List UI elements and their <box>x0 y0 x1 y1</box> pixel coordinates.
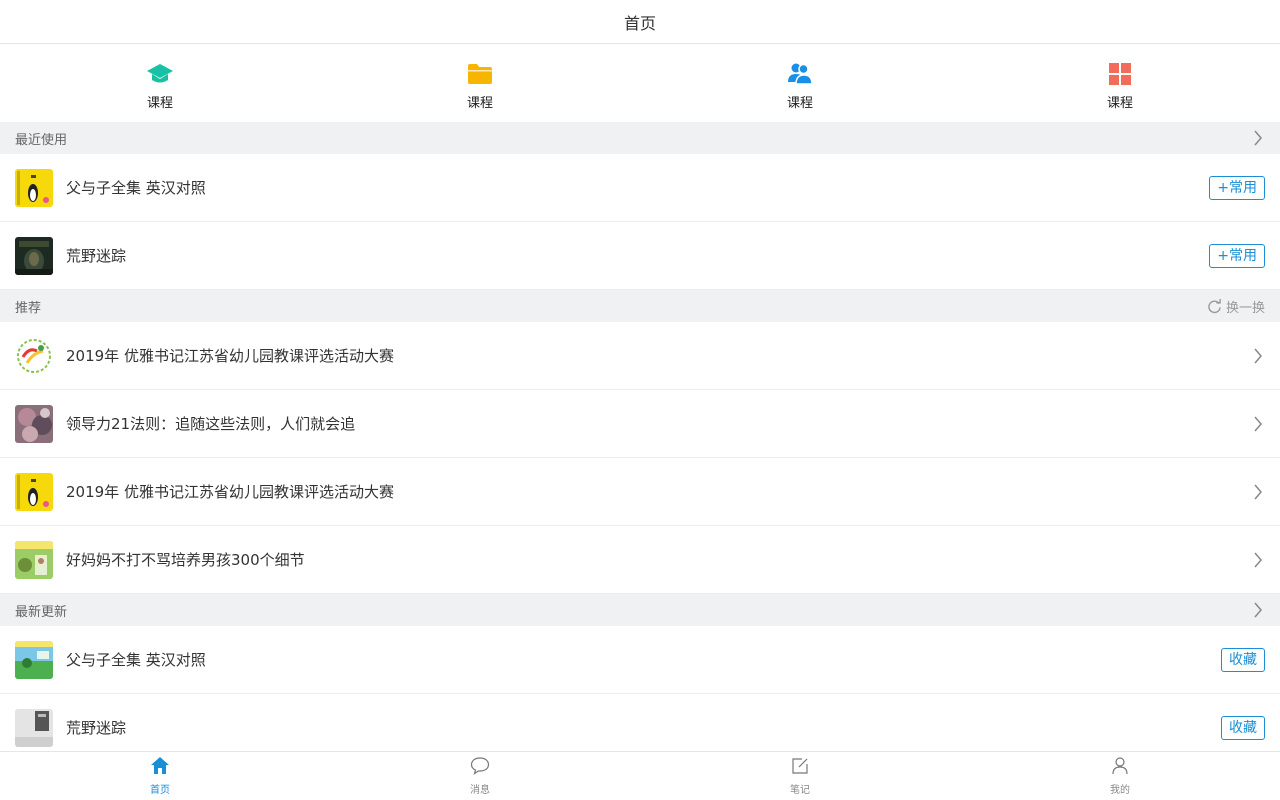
tab-profile[interactable]: 我的 <box>960 752 1280 800</box>
profile-icon <box>1110 756 1130 779</box>
quick-nav-item-course-4[interactable]: 课程 <box>960 44 1280 122</box>
list-item-title: 父与子全集 英汉对照 <box>66 179 206 197</box>
tab-messages[interactable]: 消息 <box>320 752 640 800</box>
quick-nav-label: 课程 <box>466 95 493 111</box>
folder-icon <box>466 60 494 88</box>
add-favorite-button[interactable]: +常用 <box>1209 243 1265 268</box>
page-title: 首页 <box>623 13 656 33</box>
tab-label: 笔记 <box>790 785 810 796</box>
section-recommend-header: 推荐 换一换 <box>0 290 1280 322</box>
section-recent-header[interactable]: 最近使用 <box>0 122 1280 154</box>
list-item-title: 好妈妈不打不骂培养男孩300个细节 <box>66 551 305 569</box>
tab-home[interactable]: 首页 <box>0 752 320 800</box>
chevron-right-icon <box>1251 348 1265 363</box>
section-title: 最近使用 <box>15 132 68 148</box>
quick-nav-item-course-3[interactable]: 课程 <box>640 44 960 122</box>
graduation-cap-icon <box>146 60 174 88</box>
book-cover-thumbnail <box>15 404 53 443</box>
list-item-title: 2019年 优雅书记江苏省幼儿园教课评选活动大赛 <box>66 483 394 501</box>
top-bar: 首页 <box>0 0 1280 44</box>
book-cover-thumbnail <box>15 472 53 511</box>
tab-label: 我的 <box>1110 785 1130 796</box>
collect-button[interactable]: 收藏 <box>1221 647 1265 672</box>
collect-button[interactable]: 收藏 <box>1221 715 1265 740</box>
list-item-title: 2019年 优雅书记江苏省幼儿园教课评选活动大赛 <box>66 347 394 365</box>
list-item[interactable]: 父与子全集 英汉对照 +常用 <box>0 154 1280 222</box>
list-item[interactable]: 2019年 优雅书记江苏省幼儿园教课评选活动大赛 <box>0 322 1280 390</box>
course-logo-thumbnail <box>15 336 53 375</box>
message-icon <box>470 756 490 779</box>
list-item-title: 荒野迷踪 <box>66 719 127 737</box>
list-item[interactable]: 2019年 优雅书记江苏省幼儿园教课评选活动大赛 <box>0 458 1280 526</box>
quick-nav: 课程 课程 课程 课程 <box>0 44 1280 122</box>
book-cover-thumbnail <box>15 640 53 679</box>
list-item[interactable]: 父与子全集 英汉对照 收藏 <box>0 626 1280 694</box>
list-item[interactable]: 领导力21法则：追随这些法则，人们就会追 <box>0 390 1280 458</box>
chevron-right-icon <box>1251 416 1265 431</box>
list-item[interactable]: 荒野迷踪 +常用 <box>0 222 1280 290</box>
quick-nav-label: 课程 <box>1106 95 1133 111</box>
list-item[interactable]: 好妈妈不打不骂培养男孩300个细节 <box>0 526 1280 594</box>
book-cover-thumbnail <box>15 540 53 579</box>
section-title: 最新更新 <box>15 604 68 620</box>
refresh-button[interactable]: 换一换 <box>1207 297 1265 316</box>
refresh-icon <box>1208 298 1221 313</box>
list-item-title: 荒野迷踪 <box>66 247 127 265</box>
list-item-title: 领导力21法则：追随这些法则，人们就会追 <box>66 415 356 433</box>
bottom-tab-bar: 首页 消息 笔记 我的 <box>0 751 1280 800</box>
chevron-right-icon <box>1251 484 1265 499</box>
book-cover-thumbnail <box>15 168 53 207</box>
book-cover-thumbnail <box>15 236 53 275</box>
quick-nav-label: 课程 <box>146 95 173 111</box>
section-title: 推荐 <box>15 300 42 316</box>
tab-label: 首页 <box>150 785 170 796</box>
refresh-label: 换一换 <box>1225 300 1265 316</box>
chevron-right-icon <box>1251 552 1265 567</box>
list-item-title: 父与子全集 英汉对照 <box>66 651 206 669</box>
chevron-right-icon[interactable] <box>1251 130 1265 146</box>
tab-notes[interactable]: 笔记 <box>640 752 960 800</box>
section-latest-header[interactable]: 最新更新 <box>0 594 1280 626</box>
quick-nav-label: 课程 <box>786 95 813 111</box>
note-icon <box>790 756 810 779</box>
tab-label: 消息 <box>470 785 490 796</box>
quick-nav-item-course-2[interactable]: 课程 <box>320 44 640 122</box>
home-icon <box>150 756 170 779</box>
users-icon <box>786 60 814 88</box>
quick-nav-item-course-1[interactable]: 课程 <box>0 44 320 122</box>
add-favorite-button[interactable]: +常用 <box>1209 175 1265 200</box>
book-cover-thumbnail <box>15 708 53 747</box>
grid-icon <box>1106 60 1134 88</box>
chevron-right-icon[interactable] <box>1251 602 1265 618</box>
